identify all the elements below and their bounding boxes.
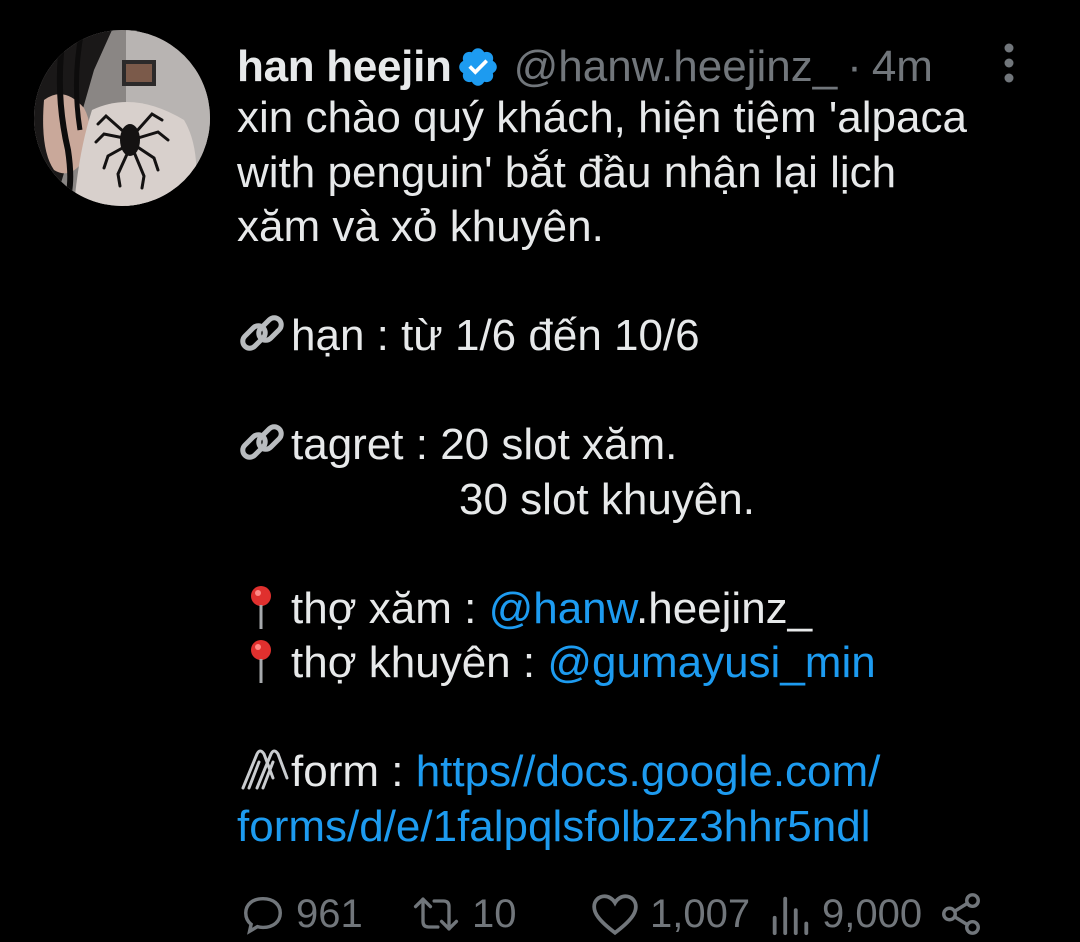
target-line: tagret : 20 slot xăm. [237, 418, 1067, 473]
tweet-time[interactable]: 4m [872, 38, 933, 96]
tweet-text: xin chào quý khách, hiện tiệm 'alpaca wi… [237, 91, 1067, 854]
pushpin-emoji-icon [237, 585, 291, 629]
reply-count: 961 [296, 891, 363, 936]
retweet-count: 10 [472, 891, 517, 936]
target-line-2: 30 slot khuyên. [459, 474, 755, 524]
profile-photo-image [34, 30, 210, 206]
form-link-continued[interactable]: forms/d/e/1falpqlsfolbzz3hhr5ndl [237, 800, 1067, 855]
like-count: 1,007 [650, 891, 751, 936]
target-text: tagret : 20 slot xăm. [291, 420, 678, 469]
tattoo-artist-mention[interactable]: @hanw [489, 584, 636, 633]
pushpin-emoji-icon [237, 639, 291, 683]
views-count: 9,000 [822, 891, 923, 936]
form-line: form : https//docs.google.com/ [237, 745, 1067, 800]
retweet-icon [410, 891, 462, 937]
reply-button[interactable]: 961 [240, 891, 410, 937]
link-emoji-icon [237, 312, 291, 356]
tattoo-artist-line: thợ xăm : @hanw.heejinz_ [237, 582, 1067, 637]
piercing-artist-mention[interactable]: @gumayusi_min [547, 638, 875, 687]
piercing-artist-label: thợ khuyên : [291, 638, 548, 687]
text-line: xăm và xỏ khuyên. [237, 202, 604, 251]
deadline-line: hạn : từ 1/6 đến 10/6 [237, 309, 1067, 364]
tweet-actions: 961 10 1,007 9,000 [240, 886, 984, 942]
like-button[interactable]: 1,007 [590, 891, 768, 937]
heart-icon [590, 891, 640, 937]
text-line: xin chào quý khách, hiện tiệm 'alpaca [237, 93, 967, 142]
more-options-icon[interactable] [1000, 42, 1018, 84]
views-button[interactable]: 9,000 [768, 891, 938, 937]
author-name[interactable]: han heejin [237, 38, 452, 96]
retweet-button[interactable]: 10 [410, 891, 590, 937]
deadline-text: hạn : từ 1/6 đến 10/6 [291, 311, 700, 360]
tweet-header: han heejin @hanw.heejinz_ · 4m [237, 38, 933, 96]
link-emoji-icon [237, 421, 291, 465]
text-line: with penguin' bắt đầu nhận lại lịch [237, 147, 897, 197]
share-icon [938, 891, 984, 937]
separator-dot: · [847, 42, 862, 91]
tattoo-artist-label: thợ xăm : [291, 583, 489, 633]
tattoo-artist-mention-rest: .heejinz_ [636, 583, 813, 633]
paperclip-emoji-icon [237, 748, 291, 792]
views-icon [768, 891, 812, 937]
avatar[interactable] [34, 30, 210, 206]
form-label: form : [291, 747, 416, 796]
verified-badge-icon[interactable] [456, 45, 500, 89]
author-handle[interactable]: @hanw.heejinz_ [514, 38, 838, 96]
piercing-artist-line: thợ khuyên : @gumayusi_min [237, 636, 1067, 691]
reply-icon [240, 891, 286, 937]
form-link[interactable]: https//docs.google.com/ [416, 747, 881, 796]
share-button[interactable] [938, 891, 984, 937]
